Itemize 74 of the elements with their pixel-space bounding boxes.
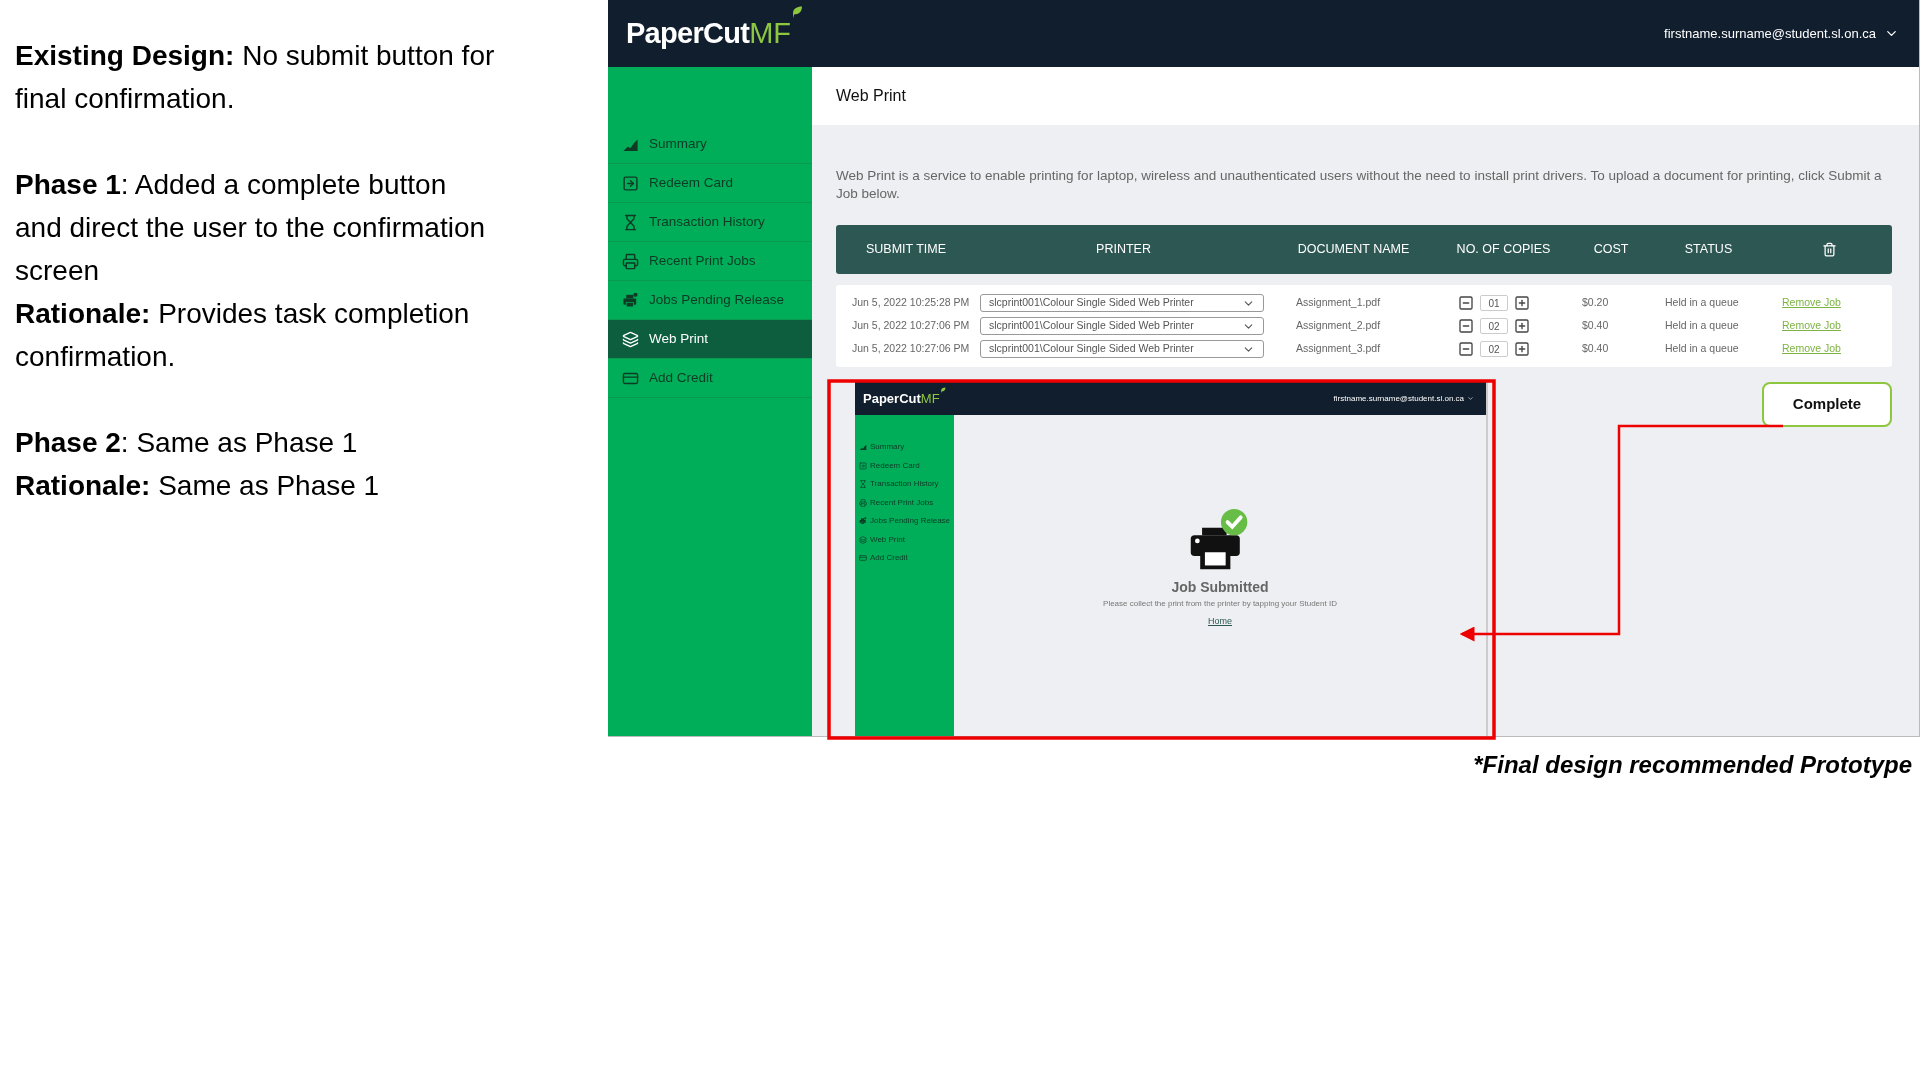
logo-suffix: MF xyxy=(920,392,940,405)
user-menu[interactable]: firstname.surname@student.sl.on.ca xyxy=(1664,23,1899,44)
table-cell-text: Held in a queue xyxy=(1664,318,1740,334)
logo-suffix: MF xyxy=(749,19,791,48)
user-menu[interactable]: firstname.surname@student.sl.on.ca xyxy=(1333,392,1474,405)
column-header: DOCUMENT NAME xyxy=(1297,241,1410,259)
leaf-icon xyxy=(939,387,946,394)
table-cell-text: Jun 5, 2022 10:27:06 PM xyxy=(851,341,971,357)
printer-icon xyxy=(859,498,867,507)
description-text: Web Print is a service to enable printing for laptop, wireless and unauthenticated users without the need to install print drivers. To upload a document for printing, click Submit a Job below. xyxy=(836,167,1883,203)
sidebar-item[interactable]: Redeem Card xyxy=(859,459,954,472)
trash-icon[interactable] xyxy=(1821,242,1837,257)
minus-button[interactable] xyxy=(1458,295,1474,311)
table-cell-text: Jun 5, 2022 10:25:28 PM xyxy=(851,295,971,311)
note-text: Rationale: Same as Phase 1 xyxy=(15,469,381,503)
leaf-icon xyxy=(791,5,803,20)
column-header: SUBMIT TIME xyxy=(865,241,947,259)
chevron-down-icon xyxy=(1467,395,1474,402)
column-header: PRINTER xyxy=(1096,241,1151,259)
plus-button[interactable] xyxy=(1514,318,1530,334)
logo-text: PaperCut xyxy=(863,392,921,405)
note-text: Existing Design: No submit button for final confirmation. xyxy=(15,39,496,116)
plus-button[interactable] xyxy=(1514,341,1530,357)
table-cell-text: Assignment_2.pdf xyxy=(1295,318,1382,334)
remove-job-link[interactable]: Remove Job xyxy=(1766,318,1892,334)
sidebar-item[interactable]: Summary xyxy=(859,441,954,454)
minus-button[interactable] xyxy=(1458,318,1474,334)
copies-field[interactable]: 02 xyxy=(1480,318,1508,334)
table-cell-text: $0.40 xyxy=(1581,318,1610,334)
sidebar-item[interactable]: Recent Print Jobs xyxy=(859,496,954,509)
sidebar-item[interactable]: Web Print xyxy=(859,533,954,546)
printer-icon xyxy=(622,291,639,309)
printer-dropdown[interactable]: slcprint001\Colour Single Sided Web Printer xyxy=(980,317,1264,335)
note-text: Phase 1: Added a complete button and direct the user to the confirmation screen xyxy=(15,168,487,288)
confirmation-title: Job Submitted xyxy=(1171,578,1269,597)
column-header: STATUS xyxy=(1684,241,1733,259)
home-link[interactable]: Home xyxy=(1208,615,1232,629)
hourglass-icon xyxy=(859,480,867,489)
page-title: Web Print xyxy=(836,86,906,106)
table-cell-text: Assignment_3.pdf xyxy=(1295,341,1382,357)
column-header: COST xyxy=(1593,241,1629,259)
note-text: Rationale: Provides task completion confirmation. xyxy=(15,297,471,374)
sidebar-item[interactable]: Add Credit xyxy=(859,552,954,565)
logo-text: PaperCut xyxy=(626,19,750,48)
printer-icon xyxy=(859,517,867,526)
table-cell-text: Jun 5, 2022 10:27:06 PM xyxy=(851,318,971,334)
copies-field[interactable]: 02 xyxy=(1480,341,1508,357)
complete-button[interactable]: Complete xyxy=(1762,382,1892,427)
table-cell-text: Held in a queue xyxy=(1664,295,1740,311)
chart-icon xyxy=(859,443,867,452)
hourglass-icon xyxy=(622,213,639,231)
copies-field[interactable]: 01 xyxy=(1480,295,1508,311)
sidebar-item[interactable]: Web Print xyxy=(608,320,812,359)
table-cell-text: $0.20 xyxy=(1581,295,1610,311)
remove-job-link[interactable]: Remove Job xyxy=(1766,341,1892,357)
layers-icon xyxy=(622,330,639,348)
column-header: NO. OF COPIES xyxy=(1456,241,1551,259)
table-cell-text: $0.40 xyxy=(1581,341,1610,357)
caption-text: *Final design recommended Prototype xyxy=(1472,750,1913,780)
sidebar-item[interactable]: Jobs Pending Release xyxy=(859,515,954,528)
card-icon xyxy=(859,554,867,563)
sidebar-item[interactable]: Transaction History xyxy=(859,478,954,491)
printer-dropdown[interactable]: slcprint001\Colour Single Sided Web Printer xyxy=(980,340,1264,358)
note-text: Phase 2: Same as Phase 1 xyxy=(15,426,359,460)
printer-icon xyxy=(622,252,639,270)
confirmation-message: Please collect the print from the printer by tapping your Student ID xyxy=(1103,598,1337,610)
card-arrow-icon xyxy=(859,461,867,470)
layers-icon xyxy=(859,535,867,544)
plus-button[interactable] xyxy=(1514,295,1530,311)
minus-button[interactable] xyxy=(1458,341,1474,357)
printer-dropdown[interactable]: slcprint001\Colour Single Sided Web Printer xyxy=(980,294,1264,312)
table-cell-text: Held in a queue xyxy=(1664,341,1740,357)
remove-job-link[interactable]: Remove Job xyxy=(1766,295,1892,311)
table-cell-text: Assignment_1.pdf xyxy=(1295,295,1382,311)
